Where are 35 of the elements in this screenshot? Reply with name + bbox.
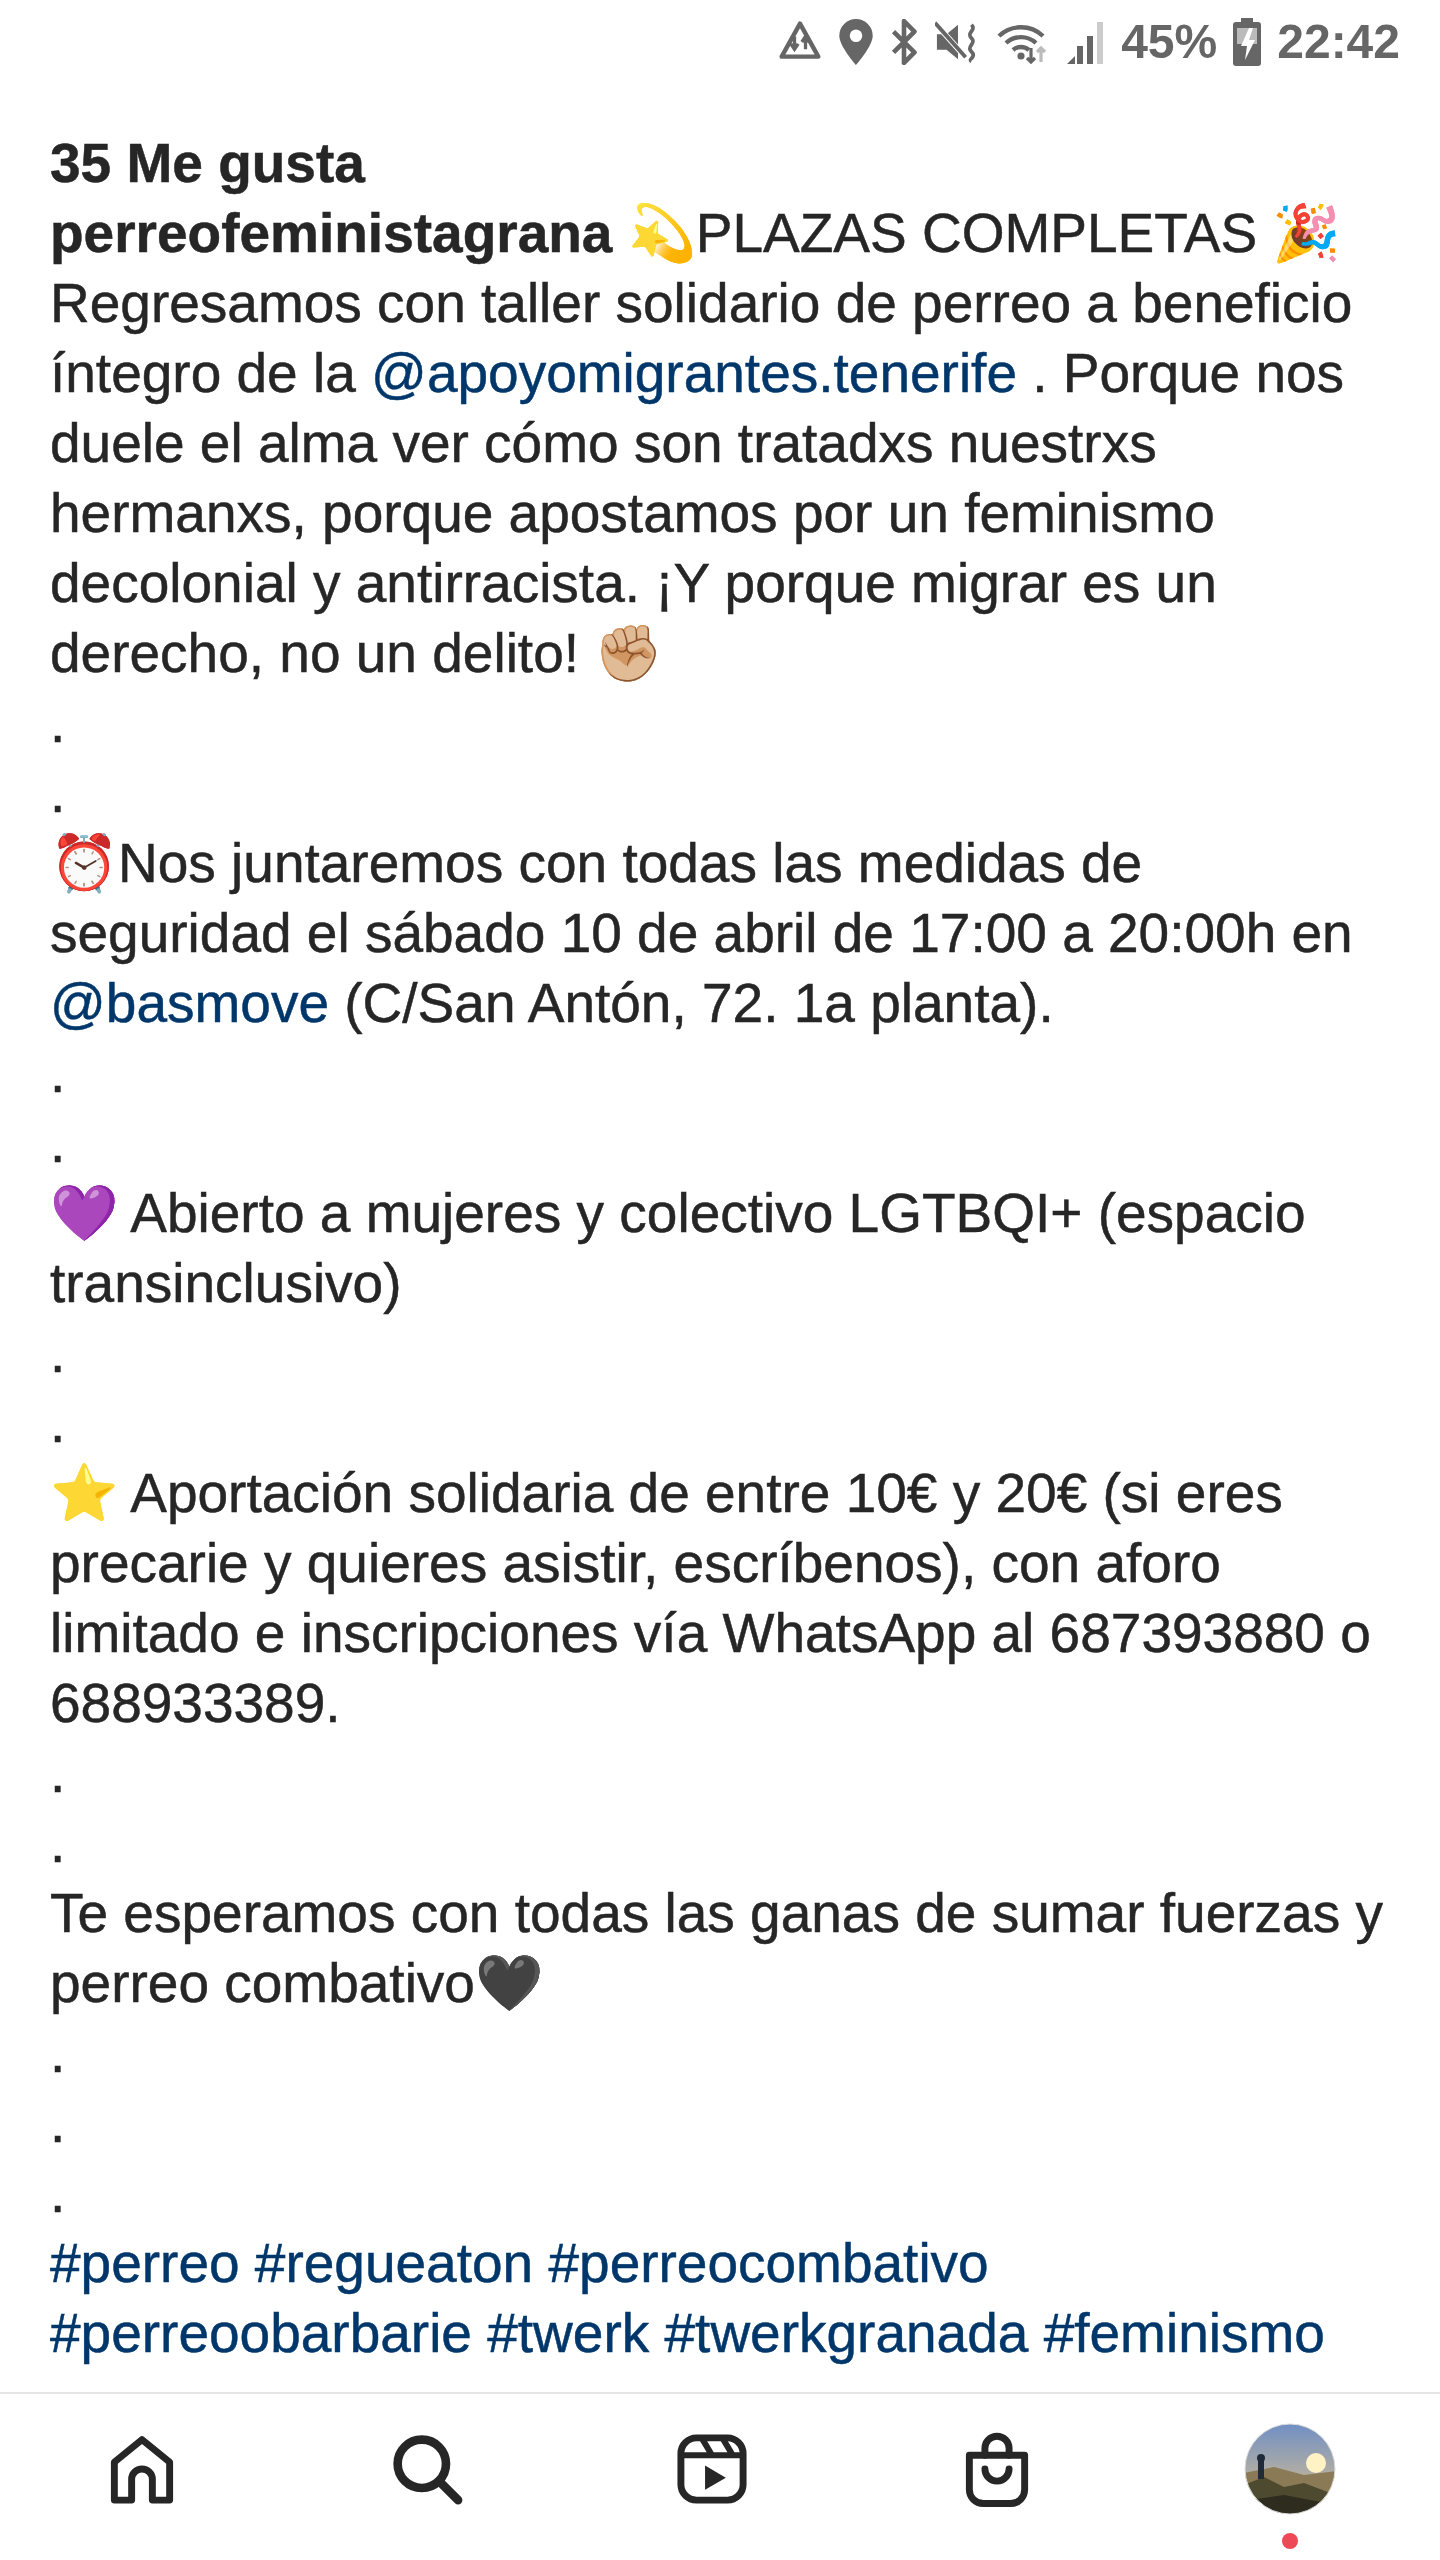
hashtag-link[interactable]: #twerkgranada (664, 2302, 1029, 2364)
mention-link[interactable]: @apoyomigrantes.tenerife (371, 342, 1017, 404)
caption-text: . (50, 1741, 67, 1806)
signal-icon (1065, 20, 1106, 64)
bluetooth-icon (889, 19, 920, 65)
caption-text: ⭐ Aportación solidaria de entre 10€ y 20€ (si eres precarie y quieres asistir, escríbenos), con aforo limitado e inscripciones vía WhatsApp al 687393880 o 688933389. (50, 1461, 1372, 1736)
hashtag-link[interactable]: #perreo (50, 2232, 240, 2294)
mention-link[interactable]: @basmove (50, 972, 329, 1034)
caption-text: . (50, 2091, 67, 2156)
hashtag-link[interactable]: #perreocombativo (548, 2232, 989, 2294)
caption-text: . (50, 1811, 67, 1876)
battery-charging-icon (1233, 18, 1262, 66)
username-link[interactable]: perreofeministagrana (50, 202, 613, 264)
hashtag-link[interactable]: #regueaton (254, 2232, 534, 2294)
caption-text: . (50, 761, 67, 826)
hashtag-link[interactable]: #twerk (487, 2302, 650, 2364)
caption-text: . (50, 1321, 67, 1386)
likes-count[interactable]: 35 Me gusta (50, 128, 1390, 198)
caption-text: . (50, 2161, 67, 2226)
caption-text: . (50, 1041, 67, 1106)
caption-text: ⏰Nos juntaremos con todas las medidas de seguridad el sábado 10 de abril de 17:00 a 20:00h en @basmove (C/San Antón, 72. 1a planta). (50, 831, 1354, 1036)
clock-time: 22:42 (1277, 14, 1400, 70)
caption-text: Te esperamos con todas las ganas de sumar fuerzas y perreo combativo🖤 (50, 1881, 1384, 2016)
caption-text: perreofeministagrana 💫PLAZAS COMPLETAS 🎉 Regresamos con taller solidario de perreo a beneficio íntegro de la @apoyomigrantes.tenerife . Porque nos duele el alma ver cómo son tratadxs nuestrxs hermanxs, porque apostamos por un feminismo decolonial y antirracista. ¡Y porque migrar es un derecho, no un delito! ✊🏼 (50, 201, 1354, 686)
battery-percent: 45% (1121, 14, 1218, 70)
hashtag-link[interactable]: #perreoobarbarie (50, 2302, 472, 2364)
caption-text: 💜 Abierto a mujeres y colectivo LGTBQI+ (espacio transinclusivo) (50, 1181, 1307, 1316)
caption-text: . (50, 691, 67, 756)
reels-button[interactable] (674, 2431, 750, 2507)
hashtag-link[interactable]: #feminismo (1043, 2302, 1325, 2364)
caption-text: . (50, 1391, 67, 1456)
location-icon (839, 19, 874, 65)
caption-text: . (50, 1111, 67, 1176)
reels-icon (674, 2431, 750, 2507)
caption-text: . (50, 2021, 67, 2086)
